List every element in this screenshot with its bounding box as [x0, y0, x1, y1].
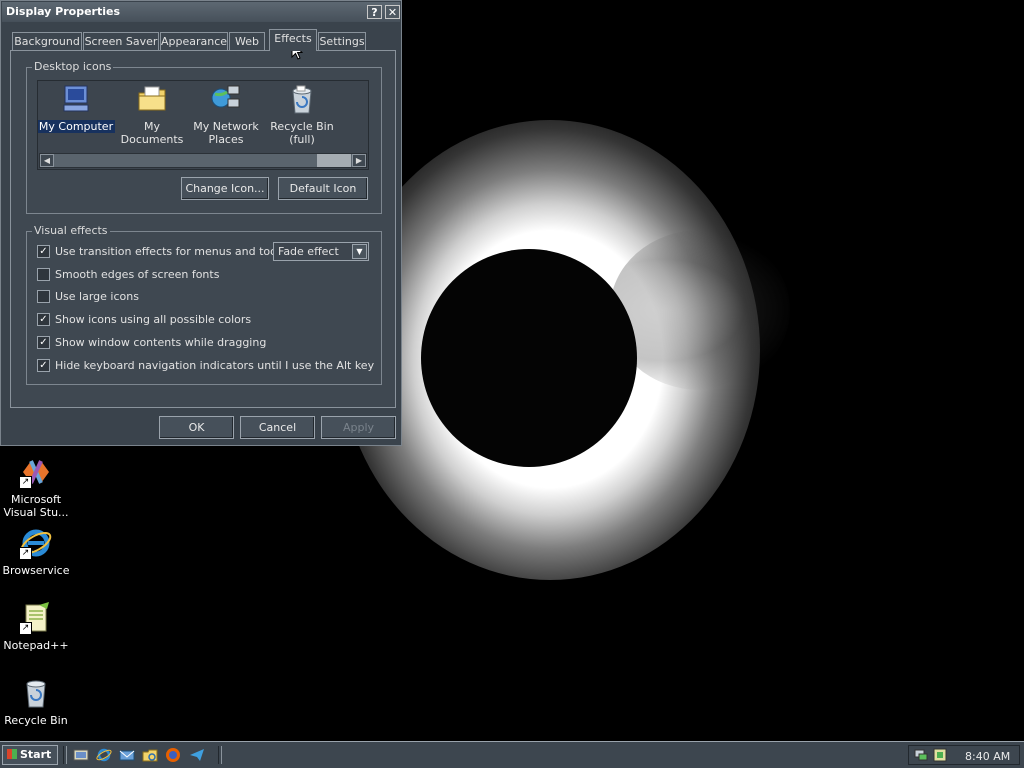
my-documents-icon [136, 83, 168, 115]
shortcut-arrow-icon: ↗ [19, 622, 32, 635]
hide-keyboard-indicators-label: Hide keyboard navigation indicators unti… [55, 359, 375, 372]
list-item-label: My Computer [38, 120, 116, 133]
start-label: Start [20, 748, 52, 761]
recycle-bin-empty-icon [362, 83, 368, 115]
recycle-bin-full-icon [286, 83, 318, 115]
taskbar-separator [218, 746, 222, 764]
window-title: Display Properties [6, 5, 121, 18]
window-contents-dragging-label: Show window contents while dragging [55, 336, 267, 349]
apply-button[interactable]: Apply [321, 416, 396, 439]
checkbox-transition-effects[interactable]: ✓ [37, 245, 50, 258]
desktop-icon-label: Recycle Bin [4, 714, 68, 727]
network-icon[interactable] [914, 748, 928, 762]
security-icon[interactable] [933, 748, 947, 762]
desktop-icon-browservice[interactable]: ↗ Browservice [0, 526, 72, 577]
taskbar: Start 8:40 AM [0, 741, 1024, 768]
firefox-icon[interactable] [165, 747, 181, 763]
taskbar-separator [63, 746, 67, 764]
desktop-icons-scrollbar[interactable]: ◀ ▶ [39, 153, 367, 168]
list-item-recycle-bin-full[interactable]: Recycle Bin (full) [262, 83, 342, 146]
close-button[interactable]: ✕ [385, 5, 400, 19]
ok-button[interactable]: OK [159, 416, 234, 439]
list-item-recycle-bin-empty[interactable]: Rec (e [338, 83, 368, 146]
tab-screen-saver[interactable]: Screen Saver [83, 32, 159, 50]
desktop-icon-notepad-plus-plus[interactable]: ↗ Notepad++ [0, 601, 72, 652]
desktop-icons-legend: Desktop icons [32, 60, 114, 73]
help-button[interactable]: ? [367, 5, 382, 19]
list-item-label: Rec (e [338, 120, 368, 146]
list-item-my-computer[interactable]: My Computer [38, 83, 116, 133]
my-computer-icon [60, 83, 92, 115]
network-places-icon [210, 83, 242, 115]
desktop-icon-label: Browservice [2, 564, 70, 577]
notepad-plus-plus-icon: ↗ [19, 601, 53, 635]
list-item-label: My Network Places [193, 120, 259, 146]
desktop-icon-label: Microsoft Visual Stu... [3, 493, 69, 519]
checkbox-large-icons[interactable] [37, 290, 50, 303]
tab-appearance[interactable]: Appearance [160, 32, 228, 50]
checkbox-hide-keyboard-indicators[interactable]: ✓ [37, 359, 50, 372]
cancel-button[interactable]: Cancel [240, 416, 315, 439]
desktop-icon-recycle-bin[interactable]: Recycle Bin [0, 676, 72, 727]
windows-logo-icon [7, 749, 17, 759]
send-icon[interactable] [189, 747, 205, 763]
clock: 8:40 AM [965, 750, 1011, 763]
scroll-right-arrow-icon[interactable]: ▶ [352, 154, 366, 167]
transition-effect-select[interactable]: Fade effect ▼ [273, 242, 369, 261]
windows-explorer-icon[interactable] [142, 747, 158, 763]
list-item-label: Recycle Bin (full) [270, 120, 334, 146]
all-colors-label: Show icons using all possible colors [55, 313, 252, 326]
tab-web[interactable]: Web [229, 32, 265, 50]
checkbox-smooth-fonts[interactable] [37, 268, 50, 281]
large-icons-label: Use large icons [55, 290, 139, 303]
tab-effects[interactable]: Effects [269, 29, 317, 51]
corona-streamer [610, 230, 790, 390]
title-bar[interactable]: Display Properties ? ✕ [2, 2, 400, 22]
tab-settings[interactable]: Settings [318, 32, 366, 50]
show-desktop-icon[interactable] [73, 747, 89, 763]
change-icon-button[interactable]: Change Icon... [181, 177, 269, 200]
eclipse-moon-wallpaper [421, 249, 637, 467]
chevron-down-icon[interactable]: ▼ [352, 244, 367, 259]
outlook-express-icon[interactable] [119, 747, 135, 763]
list-item-label: My Documents [120, 120, 184, 146]
internet-explorer-icon[interactable] [96, 747, 112, 763]
checkbox-all-colors[interactable]: ✓ [37, 313, 50, 326]
scroll-left-arrow-icon[interactable]: ◀ [40, 154, 54, 167]
visual-effects-legend: Visual effects [32, 224, 110, 237]
desktop-icon-visual-studio[interactable]: ↗ Microsoft Visual Stu... [0, 455, 72, 519]
start-button[interactable]: Start [2, 745, 58, 765]
shortcut-arrow-icon: ↗ [19, 476, 32, 489]
tab-background[interactable]: Background [12, 32, 82, 50]
shortcut-arrow-icon: ↗ [19, 547, 32, 560]
recycle-bin-icon [19, 676, 53, 710]
smooth-fonts-label: Smooth edges of screen fonts [55, 268, 220, 281]
default-icon-button[interactable]: Default Icon [278, 177, 368, 200]
internet-explorer-icon: ↗ [19, 526, 53, 560]
list-item-my-network-places[interactable]: My Network Places [186, 83, 266, 146]
list-item-my-documents[interactable]: My Documents [112, 83, 192, 146]
scrollbar-thumb[interactable] [317, 154, 351, 167]
transition-effect-value: Fade effect [278, 245, 339, 258]
display-properties-dialog: Display Properties ? ✕ Background Screen… [0, 0, 402, 446]
checkbox-window-contents-dragging[interactable]: ✓ [37, 336, 50, 349]
desktop-icon-label: Notepad++ [3, 639, 69, 652]
transition-effects-label: Use transition effects for menus and too… [55, 245, 301, 258]
visual-studio-icon: ↗ [19, 455, 53, 489]
